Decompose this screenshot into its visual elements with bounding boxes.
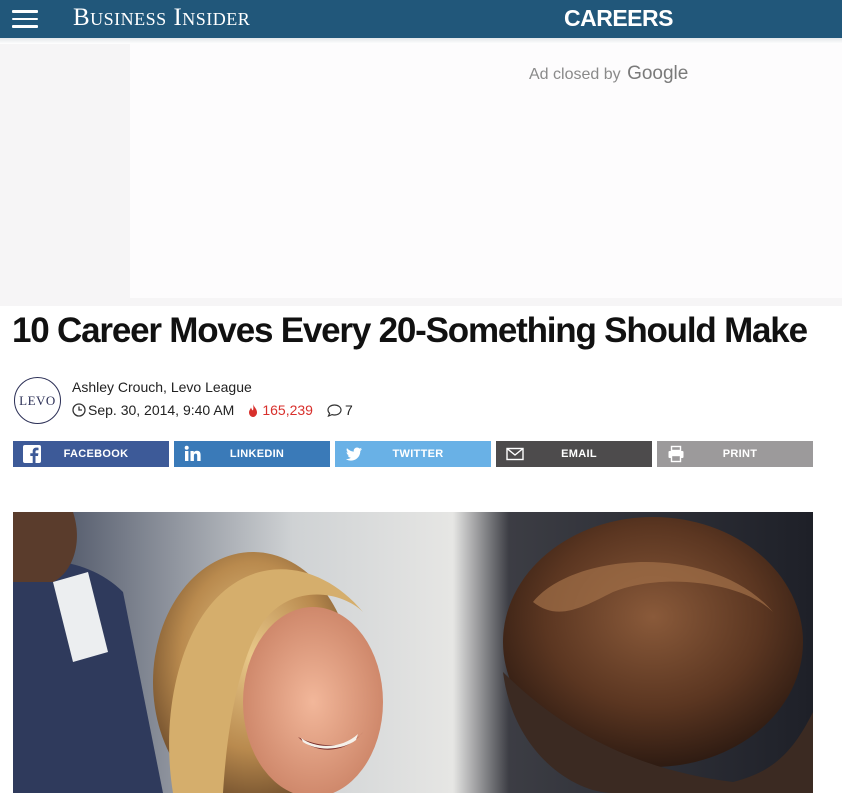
linkedin-icon [184, 445, 201, 461]
google-logo: Google [627, 63, 689, 84]
share-print-button[interactable]: PRINT [657, 441, 813, 467]
printer-icon [668, 445, 684, 463]
ad-closed-text: Ad closed by [529, 66, 621, 83]
section-title[interactable]: CAREERS [564, 4, 673, 32]
hero-photo-illustration [13, 512, 813, 793]
top-navigation-bar: Business Insider CAREERS [0, 0, 842, 38]
brand-logo[interactable]: Business Insider [73, 3, 250, 33]
view-count: 165,239 [262, 402, 313, 418]
ad-closed-notice: Ad closed by Google [529, 63, 688, 85]
flame-icon [249, 403, 258, 417]
share-linkedin-button[interactable]: LINKEDIN [174, 441, 330, 467]
publisher-logo[interactable]: LEVO [14, 377, 61, 424]
share-bar: FACEBOOK LINKEDIN TWITTER EMAIL PRINT [13, 441, 813, 467]
publish-date: Sep. 30, 2014, 9:40 AM [88, 402, 235, 418]
hamburger-menu-icon[interactable] [12, 10, 38, 28]
author-byline[interactable]: Ashley Crouch, Levo League [72, 378, 252, 396]
share-email-button[interactable]: EMAIL [496, 441, 652, 467]
facebook-icon [23, 445, 41, 463]
share-twitter-button[interactable]: TWITTER [335, 441, 491, 467]
clock-icon [72, 403, 86, 417]
envelope-icon [506, 447, 524, 461]
article-meta: Sep. 30, 2014, 9:40 AM 165,239 7 [72, 401, 353, 419]
comment-count[interactable]: 7 [345, 401, 353, 419]
comment-bubble-icon[interactable] [327, 403, 342, 417]
ad-slot [130, 44, 842, 298]
publisher-logo-text: LEVO [19, 392, 56, 408]
twitter-icon [345, 447, 362, 461]
share-facebook-button[interactable]: FACEBOOK [13, 441, 169, 467]
article-hero-image [13, 512, 813, 793]
article-headline: 10 Career Moves Every 20-Something Shoul… [12, 311, 808, 350]
ad-container [0, 44, 842, 306]
